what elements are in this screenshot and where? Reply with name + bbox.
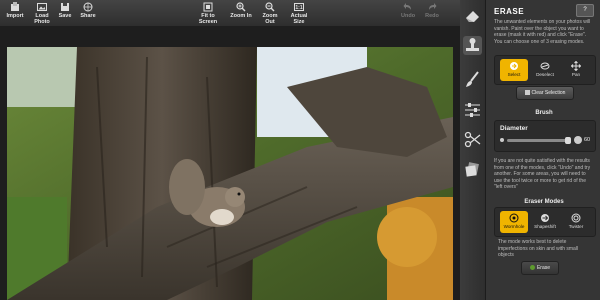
save-button[interactable]: Save xyxy=(57,2,73,19)
tool-stamp[interactable] xyxy=(463,36,482,55)
zoom-out-label: Zoom Out xyxy=(262,13,278,25)
tool-brush[interactable] xyxy=(463,70,482,89)
clear-selection-icon xyxy=(524,89,530,95)
shapeshift-icon xyxy=(541,214,549,222)
undo-label: Undo xyxy=(401,13,416,19)
zoom-in-icon xyxy=(236,2,246,12)
selection-modes: Select Deselect Pan xyxy=(494,55,596,85)
small-brush-icon xyxy=(500,138,504,142)
mode-pan[interactable]: Pan xyxy=(562,59,590,81)
mode-pan-label: Pan xyxy=(571,72,581,77)
help-button[interactable]: ? xyxy=(576,4,594,17)
share-button[interactable]: Share xyxy=(79,2,97,19)
undo-icon xyxy=(403,3,411,10)
scissors-icon xyxy=(464,131,481,148)
wormhole-label: Wormhole xyxy=(503,224,525,229)
eraser-modes-box: Wormhole Shapeshift Twister xyxy=(494,207,596,237)
diameter-value: 60 xyxy=(584,137,591,143)
fit-to-screen-button[interactable]: Fit to Screen xyxy=(192,2,224,25)
tool-strip xyxy=(460,0,486,300)
save-icon xyxy=(61,3,69,11)
shapeshift-label: Shapeshift xyxy=(534,224,556,229)
svg-text:1:1: 1:1 xyxy=(295,5,302,11)
diameter-slider-fill xyxy=(507,139,567,142)
layers-icon xyxy=(465,162,479,177)
tool-layers[interactable] xyxy=(463,160,482,179)
tool-crop[interactable] xyxy=(463,130,482,149)
clear-selection-label: Clear Selection xyxy=(531,90,566,96)
erase-panel: ERASE ? The unwanted elements on your ph… xyxy=(486,0,600,300)
zoom-out-button[interactable]: Zoom Out xyxy=(258,2,282,25)
diameter-slider[interactable] xyxy=(507,137,571,144)
brush-box: Diameter 60 xyxy=(494,120,596,152)
eraser-mode-description: The mode works best to delete imperfecti… xyxy=(498,239,579,259)
clear-selection-button[interactable]: Clear Selection xyxy=(516,86,574,100)
actual-size-icon: 1:1 xyxy=(294,3,304,11)
mode-select[interactable]: Select xyxy=(500,59,528,81)
undo-button[interactable]: Undo xyxy=(401,2,415,19)
diameter-slider-thumb[interactable] xyxy=(565,137,571,144)
redo-label: Redo xyxy=(425,13,439,19)
panel-title: ERASE xyxy=(494,7,525,16)
mode-deselect-label: Deselect xyxy=(536,72,554,77)
erase-button-label: Erase xyxy=(536,265,551,271)
select-arrow-icon xyxy=(510,62,518,70)
sliders-icon xyxy=(465,103,480,117)
photo-image[interactable] xyxy=(7,47,453,300)
twister-icon xyxy=(571,213,581,223)
brush-heading: Brush xyxy=(535,110,553,116)
zoom-out-icon xyxy=(265,2,275,12)
wormhole-icon xyxy=(509,213,519,223)
tool-erase[interactable] xyxy=(463,6,482,25)
erase-button[interactable]: Erase xyxy=(521,261,559,275)
eraser-brush-icon xyxy=(540,62,550,70)
eraser-mode-wormhole[interactable]: Wormhole xyxy=(500,211,528,233)
import-button[interactable]: Import xyxy=(6,2,24,19)
right-panel: ERASE ? The unwanted elements on your ph… xyxy=(460,0,600,300)
share-label: Share xyxy=(80,13,96,19)
save-label: Save xyxy=(58,13,72,19)
redo-button[interactable]: Redo xyxy=(425,2,439,19)
squirrel-tree-photo xyxy=(7,47,453,300)
load-photo-label: Load Photo xyxy=(34,13,50,25)
mode-deselect[interactable]: Deselect xyxy=(531,59,559,81)
mode-select-label: Select xyxy=(507,72,521,77)
stamp-icon xyxy=(466,38,479,51)
twister-label: Twister xyxy=(568,224,584,229)
eraser-mode-shapeshift[interactable]: Shapeshift xyxy=(531,211,559,233)
share-globe-icon xyxy=(83,2,93,12)
import-icon xyxy=(11,2,19,11)
zoom-in-label: Zoom In xyxy=(230,13,252,19)
top-toolbar: Import Load Photo Save Share Fit to Scre… xyxy=(0,0,460,27)
fit-to-screen-label: Fit to Screen xyxy=(198,13,218,25)
import-label: Import xyxy=(6,13,24,19)
brush-icon xyxy=(466,71,479,87)
actual-size-label: Actual Size xyxy=(290,13,308,25)
diameter-label: Diameter xyxy=(500,125,528,132)
load-photo-button[interactable]: Load Photo xyxy=(28,2,56,25)
tip-text: If you are not quite satisfied with the … xyxy=(494,158,591,191)
eraser-modes-heading: Eraser Modes xyxy=(524,199,564,205)
eraser-icon xyxy=(466,11,479,22)
tool-adjust[interactable] xyxy=(463,100,482,119)
photo-icon xyxy=(37,3,47,11)
eraser-mode-twister[interactable]: Twister xyxy=(562,211,590,233)
panel-description: The unwanted elements on your photos wil… xyxy=(494,19,591,45)
pan-arrows-icon xyxy=(571,61,581,71)
fit-screen-icon xyxy=(203,2,213,12)
check-icon xyxy=(529,264,535,270)
large-brush-icon xyxy=(574,136,582,144)
redo-icon xyxy=(429,3,437,10)
actual-size-button[interactable]: 1:1 Actual Size xyxy=(286,2,312,25)
zoom-in-button[interactable]: Zoom In xyxy=(230,2,252,19)
